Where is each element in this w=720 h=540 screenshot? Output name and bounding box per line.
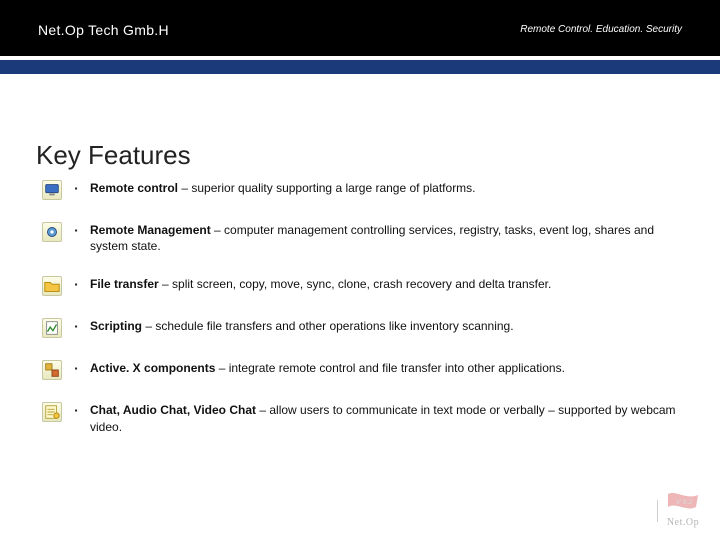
bullet	[62, 318, 90, 332]
bullet	[62, 276, 90, 290]
bullet	[62, 222, 90, 236]
feature-text: Chat, Audio Chat, Video Chat – allow use…	[90, 402, 682, 434]
feature-text: Active. X components – integrate remote …	[90, 360, 682, 376]
feature-title: Remote control	[90, 181, 178, 195]
accent-bar	[0, 60, 720, 74]
list-item: Chat, Audio Chat, Video Chat – allow use…	[42, 402, 682, 434]
header-bar: Net.Op Tech Gmb.H Remote Control. Educat…	[0, 0, 720, 56]
list-item: Remote Management – computer management …	[42, 222, 682, 254]
feature-title: Active. X components	[90, 361, 215, 375]
bullet	[62, 402, 90, 416]
footer-brand: Net.Op	[666, 517, 700, 528]
list-item: File transfer – split screen, copy, move…	[42, 276, 682, 296]
footer-divider	[657, 500, 658, 522]
feature-text: File transfer – split screen, copy, move…	[90, 276, 682, 292]
feature-title: Scripting	[90, 319, 142, 333]
script-icon	[42, 318, 62, 338]
list-item: Scripting – schedule file transfers and …	[42, 318, 682, 338]
slide: Net.Op Tech Gmb.H Remote Control. Educat…	[0, 0, 720, 540]
gear-icon	[42, 222, 62, 242]
feature-text: Scripting – schedule file transfers and …	[90, 318, 682, 334]
feature-list: Remote control – superior quality suppor…	[42, 180, 682, 457]
feature-title: Chat, Audio Chat, Video Chat	[90, 403, 256, 417]
footer-logo: V 9.2 Net.Op	[666, 492, 700, 528]
feature-desc: – schedule file transfers and other oper…	[142, 319, 514, 333]
company-name: Net.Op Tech Gmb.H	[38, 22, 169, 38]
feature-desc: – split screen, copy, move, sync, clone,…	[159, 277, 552, 291]
bullet	[62, 360, 90, 374]
feature-text: Remote Management – computer management …	[90, 222, 682, 254]
svg-text:V 9.2: V 9.2	[676, 499, 692, 506]
feature-desc: – superior quality supporting a large ra…	[178, 181, 476, 195]
list-item: Active. X components – integrate remote …	[42, 360, 682, 380]
list-item: Remote control – superior quality suppor…	[42, 180, 682, 200]
component-icon	[42, 360, 62, 380]
feature-text: Remote control – superior quality suppor…	[90, 180, 682, 196]
feature-title: File transfer	[90, 277, 159, 291]
monitor-icon	[42, 180, 62, 200]
page-title: Key Features	[36, 140, 191, 171]
chat-icon	[42, 402, 62, 422]
folder-icon	[42, 276, 62, 296]
flag-icon: V 9.2	[666, 492, 700, 514]
feature-title: Remote Management	[90, 223, 211, 237]
feature-desc: – integrate remote control and file tran…	[215, 361, 565, 375]
tagline: Remote Control. Education. Security	[520, 24, 682, 35]
bullet	[62, 180, 90, 194]
